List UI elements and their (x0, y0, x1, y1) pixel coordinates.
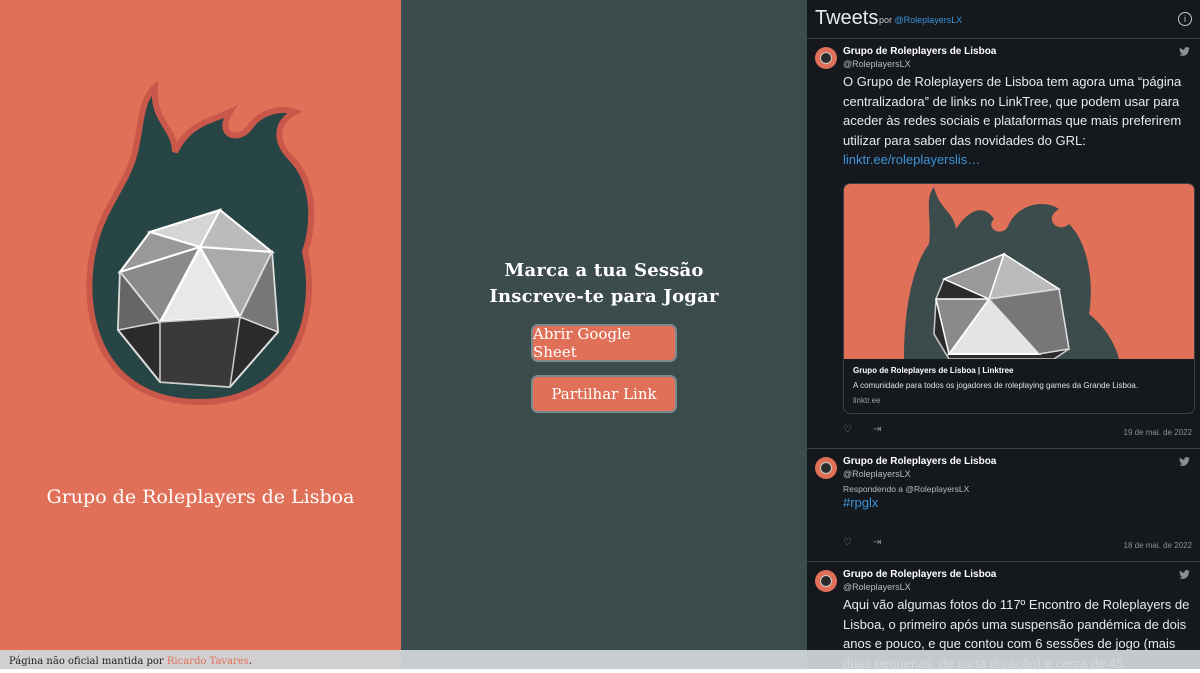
share-icon[interactable]: ⇥ (873, 537, 881, 548)
timeline-byline: por @RoleplayersLX (879, 15, 962, 25)
tweet[interactable]: Grupo de Roleplayers de Lisboa @Roleplay… (807, 39, 1200, 449)
like-icon[interactable]: ♡ (843, 537, 852, 548)
tweet-text: O Grupo de Roleplayers de Lisboa tem ago… (843, 72, 1193, 170)
heading-line-2: Inscreve-te para Jogar (489, 286, 719, 307)
avatar[interactable] (815, 47, 837, 69)
tweet-body: O Grupo de Roleplayers de Lisboa tem ago… (843, 74, 1182, 148)
byline-prefix: por (879, 15, 893, 25)
card-logo-image (904, 187, 1119, 359)
left-panel: Grupo de Roleplayers de Lisboa (0, 0, 401, 669)
hashtag-link[interactable]: #rpglx (843, 495, 878, 510)
site-title: Grupo de Roleplayers de Lisboa (46, 486, 355, 508)
link-card[interactable]: Grupo de Roleplayers de Lisboa | Linktre… (843, 183, 1195, 414)
card-domain: linktr.ee (853, 396, 881, 405)
tweet-author-handle[interactable]: @RoleplayersLX (843, 59, 911, 69)
middle-panel: Marca a tua Sessão Inscreve-te para Joga… (401, 0, 807, 669)
timeline-handle-link[interactable]: @RoleplayersLX (895, 15, 963, 25)
card-title: Grupo de Roleplayers de Lisboa | Linktre… (853, 366, 1014, 375)
tweet-date[interactable]: 19 de mai. de 2022 (1124, 428, 1193, 437)
twitter-bird-icon[interactable] (1179, 457, 1190, 466)
tweet-author-handle[interactable]: @RoleplayersLX (843, 582, 911, 592)
open-google-sheet-button[interactable]: Abrir Google Sheet (531, 324, 677, 362)
twitter-bird-icon[interactable] (1179, 47, 1190, 56)
timeline-title: Tweets (815, 7, 879, 29)
tweet-author-name[interactable]: Grupo de Roleplayers de Lisboa (843, 46, 996, 57)
share-link-button[interactable]: Partilhar Link (531, 375, 677, 413)
info-icon[interactable]: i (1178, 12, 1192, 26)
footer-suffix: . (248, 656, 253, 667)
tweet-date[interactable]: 18 de mai. de 2022 (1124, 541, 1193, 550)
footer: Página não oficial mantida por Ricardo T… (0, 650, 1200, 669)
timeline-header: Tweets por @RoleplayersLX i (807, 0, 1200, 39)
tweet-link[interactable]: linktr.ee/roleplayerslis… (843, 152, 980, 167)
heading-line-1: Marca a tua Sessão (504, 260, 704, 281)
twitter-bird-icon[interactable] (1179, 570, 1190, 579)
session-heading: Marca a tua Sessão Inscreve-te para Joga… (401, 258, 807, 310)
author-link[interactable]: Ricardo Tavares (167, 656, 249, 667)
card-image (844, 184, 1194, 359)
footer-text: Página não oficial mantida por (9, 656, 167, 667)
avatar[interactable] (815, 570, 837, 592)
tweet-author-name[interactable]: Grupo de Roleplayers de Lisboa (843, 569, 996, 580)
twitter-timeline[interactable]: Tweets por @RoleplayersLX i Grupo de Rol… (807, 0, 1200, 671)
tweet-text: #rpglx (843, 493, 1193, 513)
d20-flame-logo (86, 82, 315, 406)
share-icon[interactable]: ⇥ (873, 424, 881, 435)
like-icon[interactable]: ♡ (843, 424, 852, 435)
tweet-author-handle[interactable]: @RoleplayersLX (843, 469, 911, 479)
card-description: A comunidade para todos os jogadores de … (853, 381, 1139, 390)
avatar[interactable] (815, 457, 837, 479)
tweet-author-name[interactable]: Grupo de Roleplayers de Lisboa (843, 456, 996, 467)
tweet[interactable]: Grupo de Roleplayers de Lisboa @Roleplay… (807, 449, 1200, 562)
